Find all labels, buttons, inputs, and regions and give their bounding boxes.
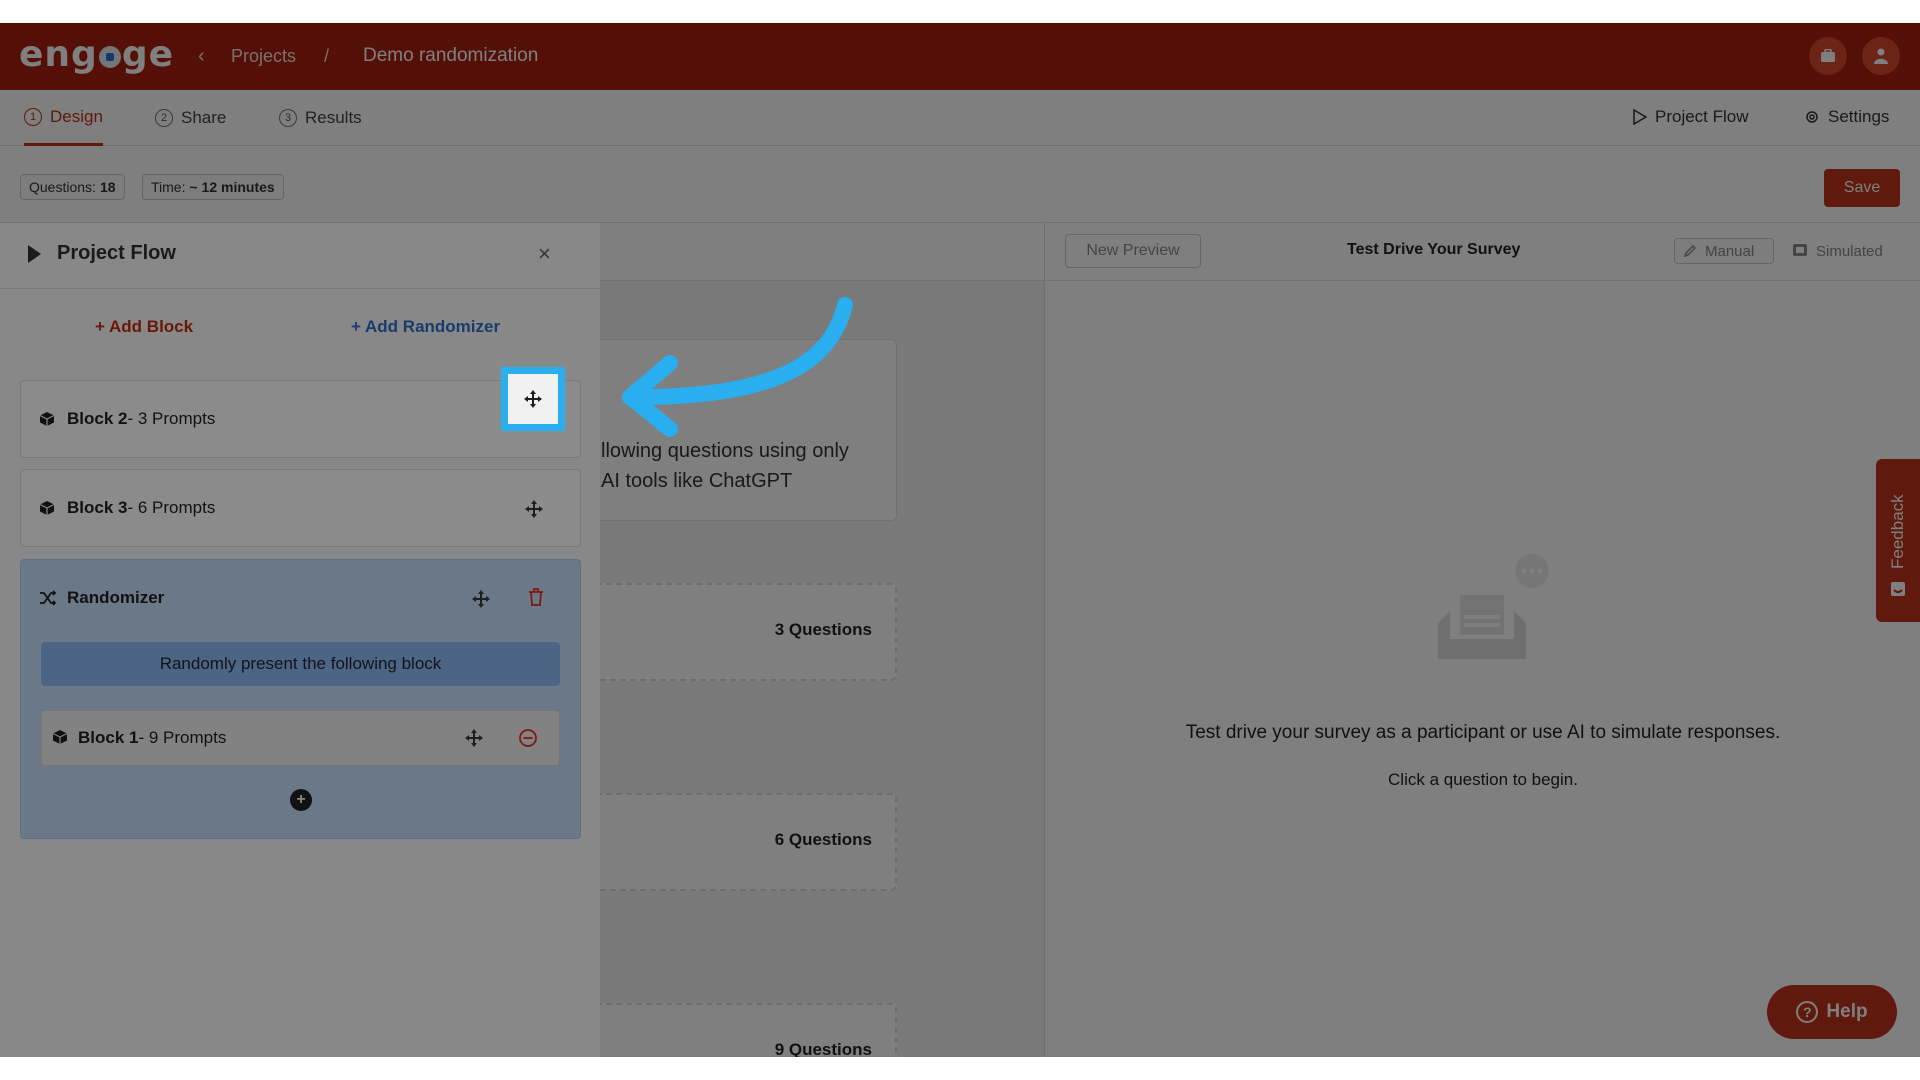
move-icon <box>524 390 542 408</box>
cube-icon <box>39 501 55 515</box>
cube-icon <box>39 412 55 426</box>
randomizer-card[interactable]: Randomizer Randomly present the followin… <box>20 559 581 839</box>
annotation-arrow <box>622 297 853 437</box>
randomized-block-card[interactable]: Block 1- 9 Prompts <box>41 710 560 766</box>
drawer-header: Project Flow × <box>0 223 600 289</box>
remove-circle-icon[interactable] <box>518 728 538 748</box>
randomizer-title: Randomizer <box>67 588 165 607</box>
block-2-move-handle[interactable] <box>501 367 565 431</box>
block-name: Block 2 <box>67 409 128 428</box>
add-randomizer-button[interactable]: + Add Randomizer <box>351 317 500 337</box>
block-name: Block 3 <box>67 498 128 517</box>
move-icon[interactable] <box>464 728 484 748</box>
close-icon[interactable]: × <box>538 241 551 267</box>
block-label: Block 3- 6 Prompts <box>67 498 215 518</box>
block-label: Block 1- 9 Prompts <box>78 728 226 748</box>
move-icon[interactable] <box>524 499 544 519</box>
flow-block-card[interactable]: Block 2- 3 Prompts <box>20 380 581 458</box>
flow-block-card[interactable]: Block 3- 6 Prompts <box>20 469 581 547</box>
randomizer-banner: Randomly present the following block <box>41 642 560 686</box>
block-suffix: - 6 Prompts <box>127 498 216 517</box>
add-block-button[interactable]: + Add Block <box>95 317 193 337</box>
cube-icon <box>52 730 68 744</box>
shuffle-icon <box>40 590 57 606</box>
drawer-title: Project Flow <box>57 242 176 264</box>
app: engge ‹ Projects / Demo randomization 1 … <box>0 23 1920 1057</box>
trash-icon[interactable] <box>528 588 544 606</box>
block-name: Block 1 <box>78 728 139 747</box>
block-label: Block 2- 3 Prompts <box>67 409 215 429</box>
block-suffix: - 3 Prompts <box>127 409 216 428</box>
block-suffix: - 9 Prompts <box>138 728 227 747</box>
project-flow-drawer: Project Flow × + Add Block + Add Randomi… <box>0 223 600 1057</box>
add-to-randomizer-button[interactable]: + <box>290 789 312 811</box>
move-icon[interactable] <box>471 589 491 609</box>
play-icon <box>28 245 41 263</box>
